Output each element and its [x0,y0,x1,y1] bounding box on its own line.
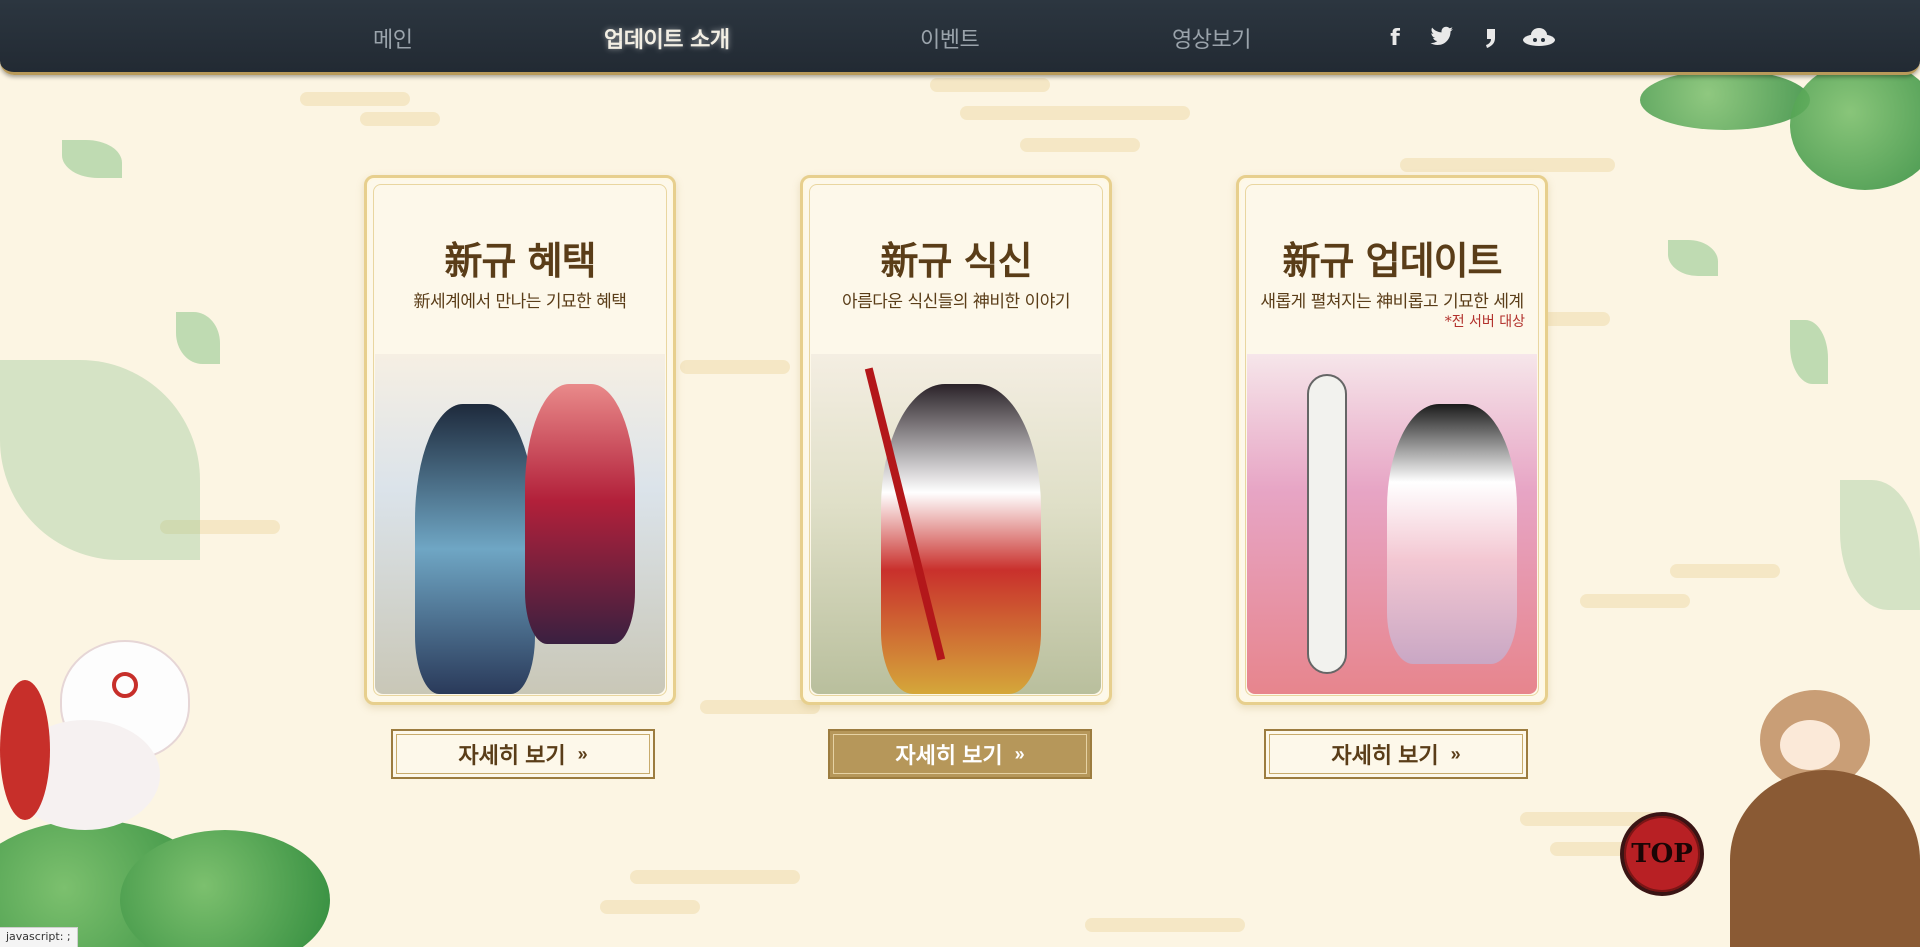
card-new-benefit[interactable]: 新규 혜택 新세계에서 만나는 기묘한 혜택 [364,175,676,705]
cloud-decor [930,78,1050,92]
cloud-decor [1020,138,1140,152]
nav-video[interactable]: 영상보기 [1172,22,1251,53]
cloud-decor [360,112,440,126]
bush-decor [1640,70,1810,130]
card-title: 新규 식신 [880,238,1032,283]
cloud-decor [600,900,700,914]
card-artwork [1247,354,1537,694]
naver-cafe-icon[interactable] [1478,26,1504,52]
card-subtitle: 新세계에서 만나는 기묘한 혜택 [413,292,627,312]
browser-status-bar: javascript: ; [0,927,78,947]
card-artwork [811,354,1101,694]
card-title: 新규 혜택 [444,238,596,283]
chevron-right-icon: » [1450,743,1461,764]
fox-mascot [0,620,215,840]
chevron-right-icon: » [577,743,588,764]
game-community-icon[interactable] [1522,26,1556,52]
card-artwork [375,354,665,694]
shikigami-illustration [881,384,1041,694]
top-button-label: TOP [1631,839,1693,869]
leaf-decor [1840,480,1920,610]
card-title: 新규 업데이트 [1282,238,1502,283]
shikigami-illustration [415,404,535,694]
cloud-decor [300,92,410,106]
leaf-decor [1668,240,1718,276]
tanuki-mascot [1720,650,1920,947]
nav-update-intro[interactable]: 업데이트 소개 [604,22,730,53]
twitter-icon[interactable] [1429,26,1455,52]
cloud-decor [1670,564,1780,578]
shikigami-illustration [525,384,635,644]
detail-button-label: 자세히 보기 [895,743,1003,768]
leaf-decor [62,140,122,178]
card-note: *전 서버 대상 [1444,314,1525,330]
leaf-decor [1790,320,1828,384]
detail-button-update[interactable]: 자세히 보기 » [1264,729,1528,779]
top-nav: 메인 업데이트 소개 이벤트 영상보기 f [0,0,1920,75]
cloud-decor [1580,594,1690,608]
chevron-right-icon: » [1014,743,1025,764]
bush-decor [1790,60,1920,190]
cloud-decor [1085,918,1245,932]
card-new-update[interactable]: 新규 업데이트 새롭게 펼쳐지는 神비롭고 기묘한 세계 *전 서버 대상 [1236,175,1548,705]
card-new-shikigami[interactable]: 新규 식신 아름다운 식신들의 神비한 이야기 [800,175,1112,705]
facebook-icon[interactable]: f [1382,26,1408,52]
card-subtitle: 아름다운 식신들의 神비한 이야기 [841,292,1071,312]
scroll-decor [1307,374,1347,674]
detail-button-label: 자세히 보기 [458,743,566,768]
nav-event[interactable]: 이벤트 [920,22,980,53]
cloud-decor [1400,158,1615,172]
card-subtitle: 새롭게 펼쳐지는 神비롭고 기묘한 세계 [1260,292,1524,312]
shikigami-illustration [1387,404,1517,664]
cloud-decor [630,870,800,884]
detail-button-shikigami[interactable]: 자세히 보기 » [828,729,1092,779]
detail-button-label: 자세히 보기 [1331,743,1439,768]
leaf-decor [176,312,220,364]
leaf-decor [0,360,200,560]
cloud-decor [960,106,1190,120]
nav-main[interactable]: 메인 [373,22,413,53]
detail-button-benefit[interactable]: 자세히 보기 » [391,729,655,779]
cloud-decor [680,360,790,374]
scroll-top-button[interactable]: TOP [1620,812,1704,896]
